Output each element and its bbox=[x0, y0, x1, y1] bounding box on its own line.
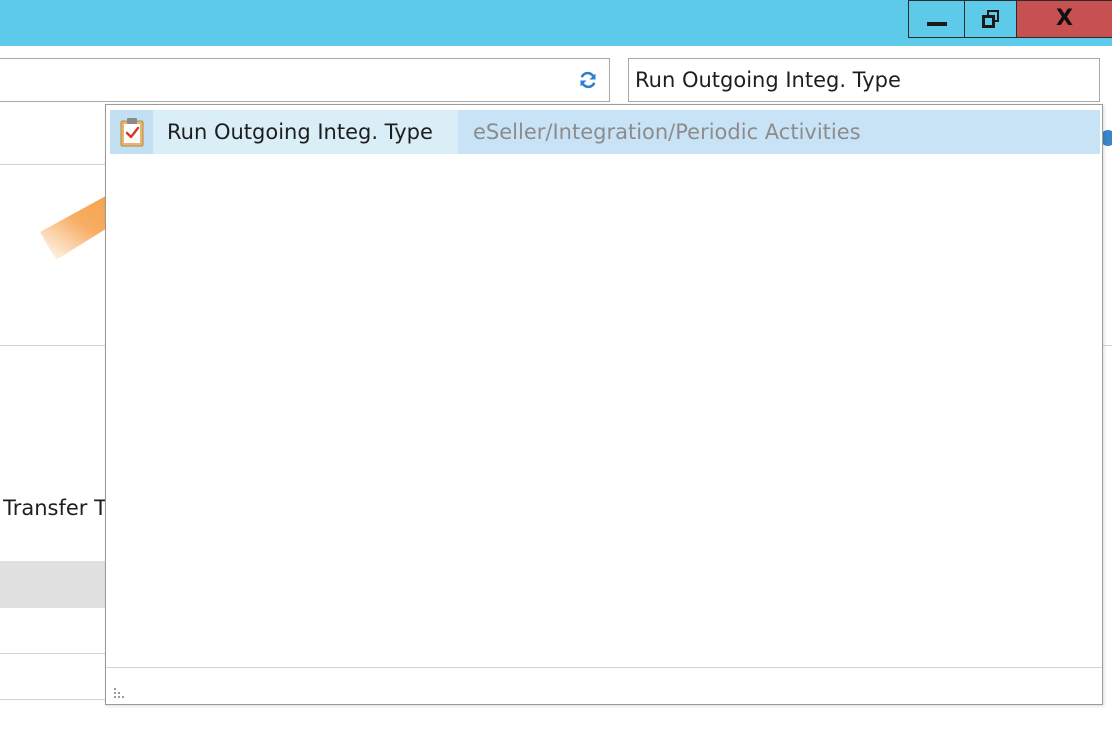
restore-icon bbox=[981, 10, 1000, 28]
resize-grip-icon[interactable] bbox=[113, 685, 127, 699]
close-icon: X bbox=[1056, 6, 1073, 31]
table-header bbox=[0, 561, 106, 608]
divider bbox=[1103, 345, 1112, 346]
divider bbox=[0, 345, 106, 346]
minimize-icon bbox=[926, 22, 947, 26]
result-main-cell[interactable]: Run Outgoing Integ. Type bbox=[110, 110, 458, 154]
clipboard-check-icon bbox=[120, 118, 143, 147]
table-row bbox=[0, 699, 106, 700]
address-input[interactable] bbox=[0, 58, 610, 102]
result-name: Run Outgoing Integ. Type bbox=[167, 120, 433, 144]
transfer-label: Transfer T bbox=[3, 496, 107, 520]
refresh-icon[interactable] bbox=[578, 70, 598, 90]
dropdown-footer-divider bbox=[106, 667, 1102, 668]
table-row bbox=[0, 653, 106, 654]
search-input[interactable] bbox=[628, 58, 1100, 102]
result-path: eSeller/Integration/Periodic Activities bbox=[473, 120, 861, 144]
restore-button[interactable] bbox=[964, 0, 1017, 38]
search-results-dropdown: Run Outgoing Integ. Type eSeller/Integra… bbox=[105, 104, 1103, 705]
close-button[interactable]: X bbox=[1016, 0, 1112, 38]
result-path-cell[interactable]: eSeller/Integration/Periodic Activities bbox=[458, 110, 1100, 154]
search-result-item[interactable]: Run Outgoing Integ. Type eSeller/Integra… bbox=[110, 110, 1100, 154]
result-icon-cell bbox=[110, 110, 153, 154]
minimize-button[interactable] bbox=[908, 0, 965, 38]
